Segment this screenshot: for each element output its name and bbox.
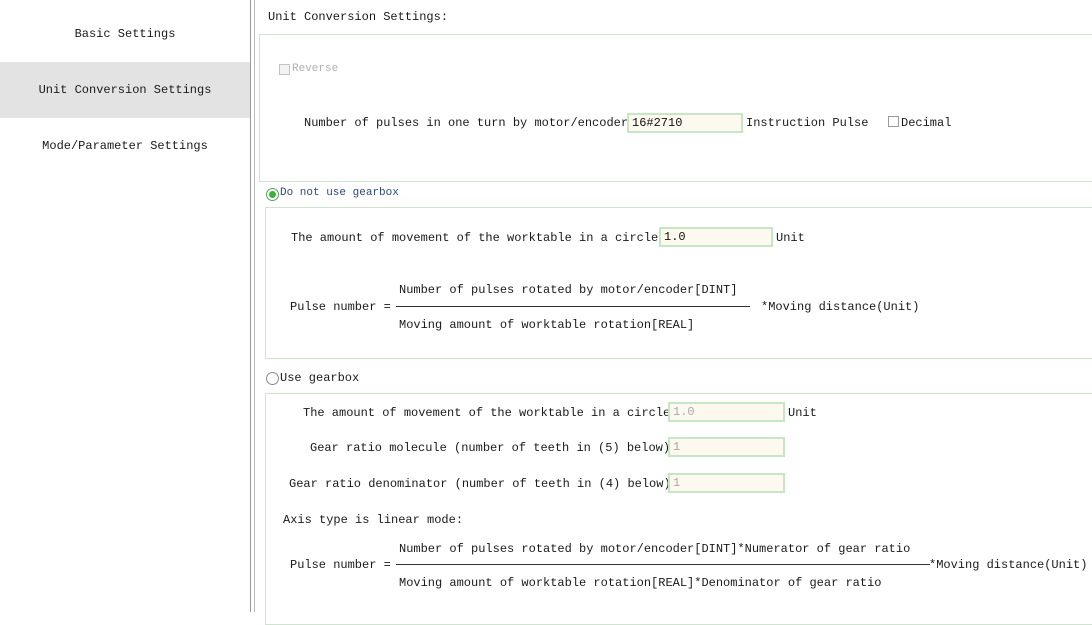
no-gearbox-movement-label: The amount of movement of the worktable … (291, 231, 666, 245)
no-gearbox-formula-numerator: Number of pulses rotated by motor/encode… (399, 283, 738, 297)
pulse-settings-panel (259, 34, 1092, 182)
sidebar-item-label: Basic Settings (74, 27, 176, 41)
gearbox-fraction-line (396, 564, 930, 565)
no-gearbox-formula-denominator: Moving amount of worktable rotation[REAL… (399, 318, 695, 332)
use-gearbox-radio[interactable] (266, 372, 279, 385)
no-gearbox-formula-rhs: *Moving distance(Unit) (761, 300, 920, 314)
use-gearbox-panel (265, 393, 1092, 625)
no-gearbox-movement-unit: Unit (776, 231, 805, 245)
gear-ratio-molecule-input[interactable]: 1 (668, 437, 785, 457)
gearbox-movement-input[interactable]: 1.0 (668, 402, 785, 422)
no-gearbox-radio[interactable] (266, 188, 279, 201)
gearbox-formula-lhs: Pulse number = (290, 558, 391, 572)
pulses-per-turn-label: Number of pulses in one turn by motor/en… (304, 116, 636, 130)
decimal-label: Decimal (901, 116, 952, 130)
axis-type-label: Axis type is linear mode: (283, 513, 464, 527)
gearbox-movement-label: The amount of movement of the worktable … (303, 406, 678, 420)
content-divider (254, 0, 255, 612)
no-gearbox-movement-input[interactable]: 1.0 (659, 227, 773, 247)
sidebar-item-mode-parameter-settings[interactable]: Mode/Parameter Settings (0, 118, 250, 174)
gearbox-formula-rhs: *Moving distance(Unit) (929, 558, 1088, 572)
gear-ratio-denominator-label: Gear ratio denominator (number of teeth … (289, 477, 678, 491)
section-title: Unit Conversion Settings: (268, 10, 449, 24)
instruction-pulse-unit: Instruction Pulse (746, 116, 869, 130)
no-gearbox-fraction-line (396, 306, 750, 307)
sidebar-item-label: Unit Conversion Settings (38, 83, 212, 97)
gearbox-movement-unit: Unit (788, 406, 817, 420)
reverse-checkbox[interactable] (279, 64, 290, 75)
pulses-per-turn-input[interactable]: 16#2710 (627, 113, 743, 133)
no-gearbox-label: Do not use gearbox (280, 187, 399, 199)
gearbox-formula-denominator: Moving amount of worktable rotation[REAL… (399, 576, 882, 590)
no-gearbox-formula-lhs: Pulse number = (290, 300, 391, 314)
gear-ratio-molecule-label: Gear ratio molecule (number of teeth in … (310, 441, 678, 455)
gear-ratio-denominator-input[interactable]: 1 (668, 473, 785, 493)
sidebar-divider (250, 0, 251, 612)
sidebar-item-unit-conversion-settings[interactable]: Unit Conversion Settings (0, 62, 250, 118)
use-gearbox-label: Use gearbox (280, 371, 360, 385)
sidebar-item-label: Mode/Parameter Settings (42, 139, 208, 153)
decimal-checkbox[interactable] (888, 116, 899, 127)
sidebar: Basic Settings Unit Conversion Settings … (0, 0, 250, 612)
gearbox-formula-numerator: Number of pulses rotated by motor/encode… (399, 542, 911, 556)
sidebar-item-basic-settings[interactable]: Basic Settings (0, 6, 250, 62)
reverse-label: Reverse (292, 63, 339, 75)
